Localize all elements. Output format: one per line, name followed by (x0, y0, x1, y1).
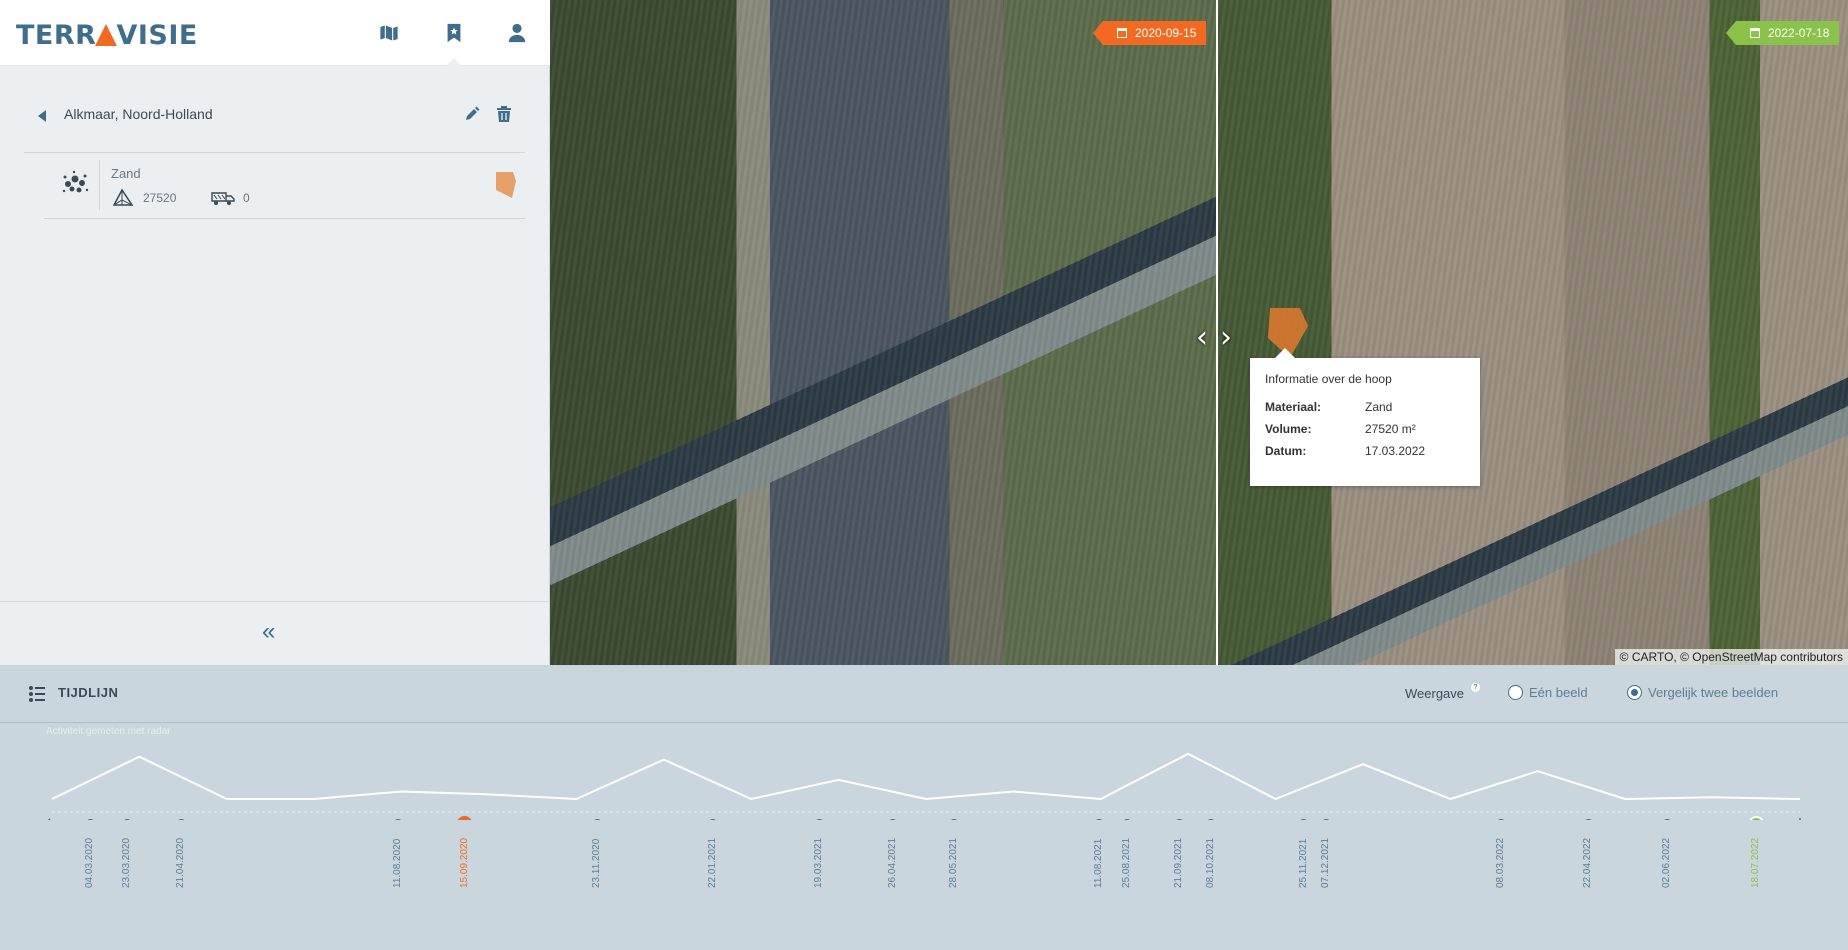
timeline-date-marker[interactable] (1662, 819, 1672, 820)
sand-material-icon (62, 170, 89, 193)
timeline-date-marker[interactable] (393, 819, 403, 820)
location-title: Alkmaar, Noord-Holland (64, 106, 213, 122)
radio-compare-images[interactable]: Vergelijk twee beelden (1627, 685, 1778, 700)
divider (0, 601, 550, 602)
timeline-date-marker[interactable] (457, 816, 473, 820)
compare-slider-handle[interactable] (1216, 0, 1218, 665)
popup-volume-value: 27520 m² (1365, 422, 1416, 436)
radio-dot[interactable] (1627, 685, 1642, 700)
timeline-date-marker[interactable] (1496, 819, 1506, 820)
collapse-sidebar-button[interactable]: « (262, 620, 275, 644)
timeline-date-label[interactable]: 04.03.2020 (84, 838, 95, 888)
timeline-date-label[interactable]: 21.09.2021 (1173, 838, 1184, 888)
popup-title: Informatie over de hoop (1265, 372, 1392, 386)
popup-volume-label: Volume: (1265, 422, 1312, 436)
radio-single-image[interactable]: Eén beeld (1508, 685, 1588, 700)
left-date-label: 2020-09-15 (1135, 26, 1197, 40)
pile-card[interactable]: Zand 27520 0 (44, 158, 526, 218)
satellite-image-left[interactable] (550, 0, 1216, 665)
right-date-label: 2022-07-18 (1768, 26, 1830, 40)
location-row: Alkmaar, Noord-Holland (24, 100, 524, 134)
pile-info-popup: Informatie over de hoop Materiaal: Zand V… (1250, 348, 1480, 486)
map-compare-view[interactable]: ‹ › 2020-09-15 2022-07-18 Informatie ove… (550, 0, 1848, 665)
timeline-date-marker[interactable] (592, 819, 602, 820)
timeline-date-marker[interactable] (1299, 819, 1309, 820)
timeline-date-label[interactable]: 02.06.2022 (1661, 838, 1672, 888)
pile-truck-count: 0 (243, 191, 250, 205)
timeline-date-label[interactable]: 11.08.2021 (1093, 839, 1104, 888)
popup-date-label: Datum: (1265, 444, 1307, 458)
timeline-date-label[interactable]: 22.01.2021 (707, 838, 718, 888)
pencil-icon[interactable] (464, 106, 480, 122)
top-bar: TERR VISIE (0, 0, 550, 67)
timeline-chart[interactable] (0, 740, 1848, 820)
timeline-header: TIJDLIJN Weergave ? Eén beeld Vergelijk … (0, 665, 1848, 723)
popup-date-value: 17.03.2022 (1365, 444, 1426, 458)
timeline-date-label[interactable]: 26.04.2021 (887, 838, 898, 888)
popup-material-label: Materiaal: (1265, 400, 1322, 414)
trash-icon[interactable] (496, 105, 512, 123)
volume-pyramid-icon (112, 188, 134, 206)
timeline-date-label[interactable]: 25.11.2021 (1298, 839, 1309, 888)
bookmark-star-icon[interactable] (441, 20, 467, 46)
right-date-tag: 2022-07-18 (1725, 21, 1840, 45)
timeline-date-marker[interactable] (1321, 819, 1331, 820)
popup-material-value: Zand (1365, 400, 1393, 414)
timeline-date-label[interactable]: 08.10.2021 (1205, 838, 1216, 888)
timeline-date-marker[interactable] (708, 819, 718, 820)
timeline-list-icon (29, 686, 45, 702)
view-label: Weergave (1405, 686, 1465, 701)
map-icon[interactable] (376, 20, 402, 46)
timeline-date-label[interactable]: 07.12.2021 (1320, 838, 1331, 888)
timeline-date-label[interactable]: 28.05.2021 (948, 838, 959, 888)
left-date-tag: 2020-09-15 (1092, 21, 1207, 45)
divider (24, 152, 525, 153)
timeline-date-marker[interactable] (1749, 816, 1764, 820)
timeline-date-label[interactable]: 08.03.2022 (1495, 838, 1506, 888)
timeline-caption: Activiteit gemeten met radar (46, 726, 171, 737)
truck-icon (211, 192, 235, 205)
timeline-date-label[interactable]: 23.03.2020 (121, 838, 132, 888)
divider (44, 218, 525, 219)
timeline-scroll-left-icon[interactable] (44, 818, 51, 820)
timeline-date-marker[interactable] (1206, 819, 1216, 820)
timeline-date-label[interactable]: 11.08.2020 (392, 839, 403, 888)
timeline-date-label[interactable]: 15.09.2020 (459, 838, 470, 888)
sidebar: TERR VISIE Alkmaar, Noord-Holland Zand 27… (0, 0, 550, 665)
timeline-title: TIJDLIJN (58, 685, 119, 700)
map-attribution: © CARTO, © OpenStreetMap contributors (1614, 649, 1848, 665)
timeline-date-marker[interactable] (1583, 819, 1593, 820)
calendar-icon (1750, 28, 1760, 38)
active-nav-indicator (445, 58, 463, 67)
timeline-date-label[interactable]: 18.07.2022 (1750, 838, 1761, 888)
terravisie-logo[interactable]: TERR VISIE (16, 20, 198, 51)
timeline-date-label[interactable]: 23.11.2020 (591, 839, 602, 888)
help-icon[interactable]: ? (1471, 683, 1480, 692)
timeline-date-marker[interactable] (1094, 819, 1104, 820)
timeline-date-marker[interactable] (814, 819, 824, 820)
separator (99, 160, 100, 210)
back-arrow-icon[interactable] (38, 110, 46, 122)
pile-volume: 27520 (143, 191, 177, 205)
timeline-date-label[interactable]: 21.04.2020 (175, 838, 186, 888)
timeline-date-label[interactable]: 19.03.2021 (813, 838, 824, 888)
timeline-date-label[interactable]: 25.08.2021 (1121, 838, 1132, 888)
pile-material: Zand (111, 166, 141, 181)
user-icon[interactable] (504, 20, 530, 46)
timeline-date-label[interactable]: 22.04.2022 (1582, 838, 1593, 888)
chevron-left-icon[interactable]: ‹ (1196, 320, 1208, 355)
radio-dot[interactable] (1508, 685, 1523, 700)
calendar-icon (1117, 28, 1127, 38)
pile-shape-icon (496, 172, 516, 198)
activity-curve (51, 752, 1801, 800)
timeline-date-marker[interactable] (176, 819, 186, 820)
chevron-right-icon[interactable]: › (1220, 320, 1232, 355)
timeline-date-marker[interactable] (1174, 819, 1184, 820)
